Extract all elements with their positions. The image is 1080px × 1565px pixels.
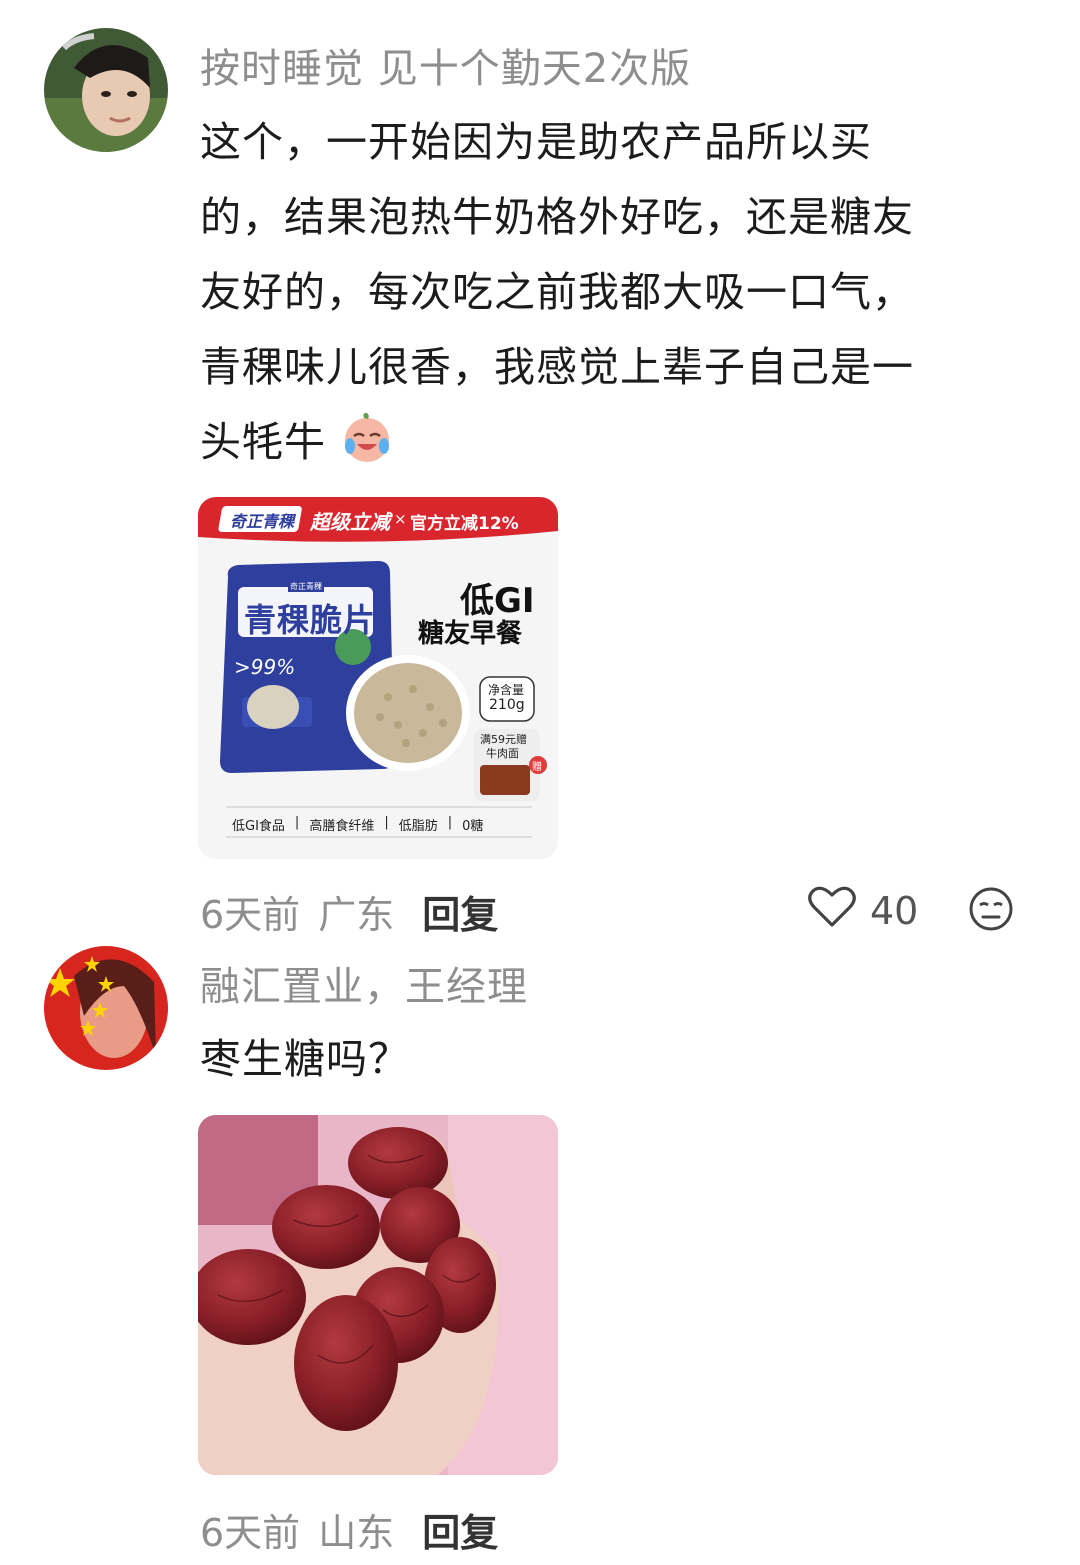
product-image[interactable]: 奇正青稞 超级立减 × 官方立减12% 奇正青稞 青稞脆片 >99% 低GI 糖… [198,497,558,859]
comment-text: 这个，一开始因为是助农产品所以买 的，结果泡热牛奶格外好吃，还是糖友 友好的，每… [200,105,1030,480]
feature-divider: | [384,815,389,830]
jujube [348,1127,448,1199]
crying-laugh-emoji-icon [340,410,394,464]
comment-location: 山东 [318,1511,395,1555]
comment-text: 枣生糖吗？ [200,1022,1030,1097]
jujube-photo-art [198,1115,558,1475]
banner-promo: 超级立减 [310,510,390,534]
comment-meta: 6天前 广东 回复 [200,884,498,939]
banner-official: 官方立减12% [410,514,519,534]
comment-text-line: 枣生糖吗？ [200,1035,410,1083]
like-count: 40 [870,888,919,933]
comment-text-line: 这个，一开始因为是助农产品所以买 [200,118,872,166]
gift-badge: 赠 [532,762,542,773]
gift-text-2: 牛肉面 [486,747,519,760]
comment-text-line: 青稞味儿很香，我感觉上辈子自己是一 [200,343,914,391]
net-weight-label: 净含量 [488,683,525,697]
feature-item: 低GI食品 [232,819,285,834]
username[interactable]: 融汇置业，王经理 [200,954,528,1012]
user-avatar[interactable] [44,28,168,152]
user-avatar[interactable] [44,946,168,1070]
comment-1: 按时睡觉 见十个勤天2次版 这个，一开始因为是助农产品所以买 的，结果泡热牛奶格… [0,0,1080,940]
dislike-face-icon[interactable] [968,886,1014,932]
banner-x: × [394,510,407,528]
comment-time: 6天前 [200,1511,301,1555]
comment-text-line-end: 头牦牛 [200,418,326,466]
comment-meta: 6天前 山东 回复 [200,1502,498,1557]
comment-2: 融汇置业，王经理 枣生糖吗？ 6天前 山东 回复 [0,940,1080,1565]
reply-button[interactable]: 回复 [422,893,498,937]
comment-time: 6天前 [200,893,301,937]
like-button[interactable]: 40 [808,884,918,937]
feature-divider: | [294,815,300,830]
feature-item: 低脂肪 [398,819,438,834]
reply-button[interactable]: 回复 [422,1511,498,1555]
banner-brand: 奇正青稞 [230,512,295,531]
feature-item: 0糖 [462,819,484,834]
net-weight-value: 210g [489,697,525,713]
package-percent: >99% [234,655,296,679]
heart-icon [808,884,856,937]
package-small-brand: 奇正青稞 [288,581,324,592]
feature-strip: 低GI食品 | 高膳食纤维 | 低脂肪 | 0糖 [232,815,483,834]
package-title: 青稞脆片 [244,601,377,639]
feature-divider: | [447,815,453,830]
comment-text-line: 头牦牛 [200,405,1030,480]
headline-small: 糖友早餐 [418,619,523,649]
comment-text-line: 的，结果泡热牛奶格外好吃，还是糖友 [200,193,914,241]
comment-text-line: 友好的，每次吃之前我都大吸一口气， [200,268,914,316]
feature-item: 高膳食纤维 [309,819,375,834]
comment-location: 广东 [318,893,395,937]
jujube-photo[interactable] [198,1115,558,1475]
username[interactable]: 按时睡觉 见十个勤天2次版 [200,36,691,94]
